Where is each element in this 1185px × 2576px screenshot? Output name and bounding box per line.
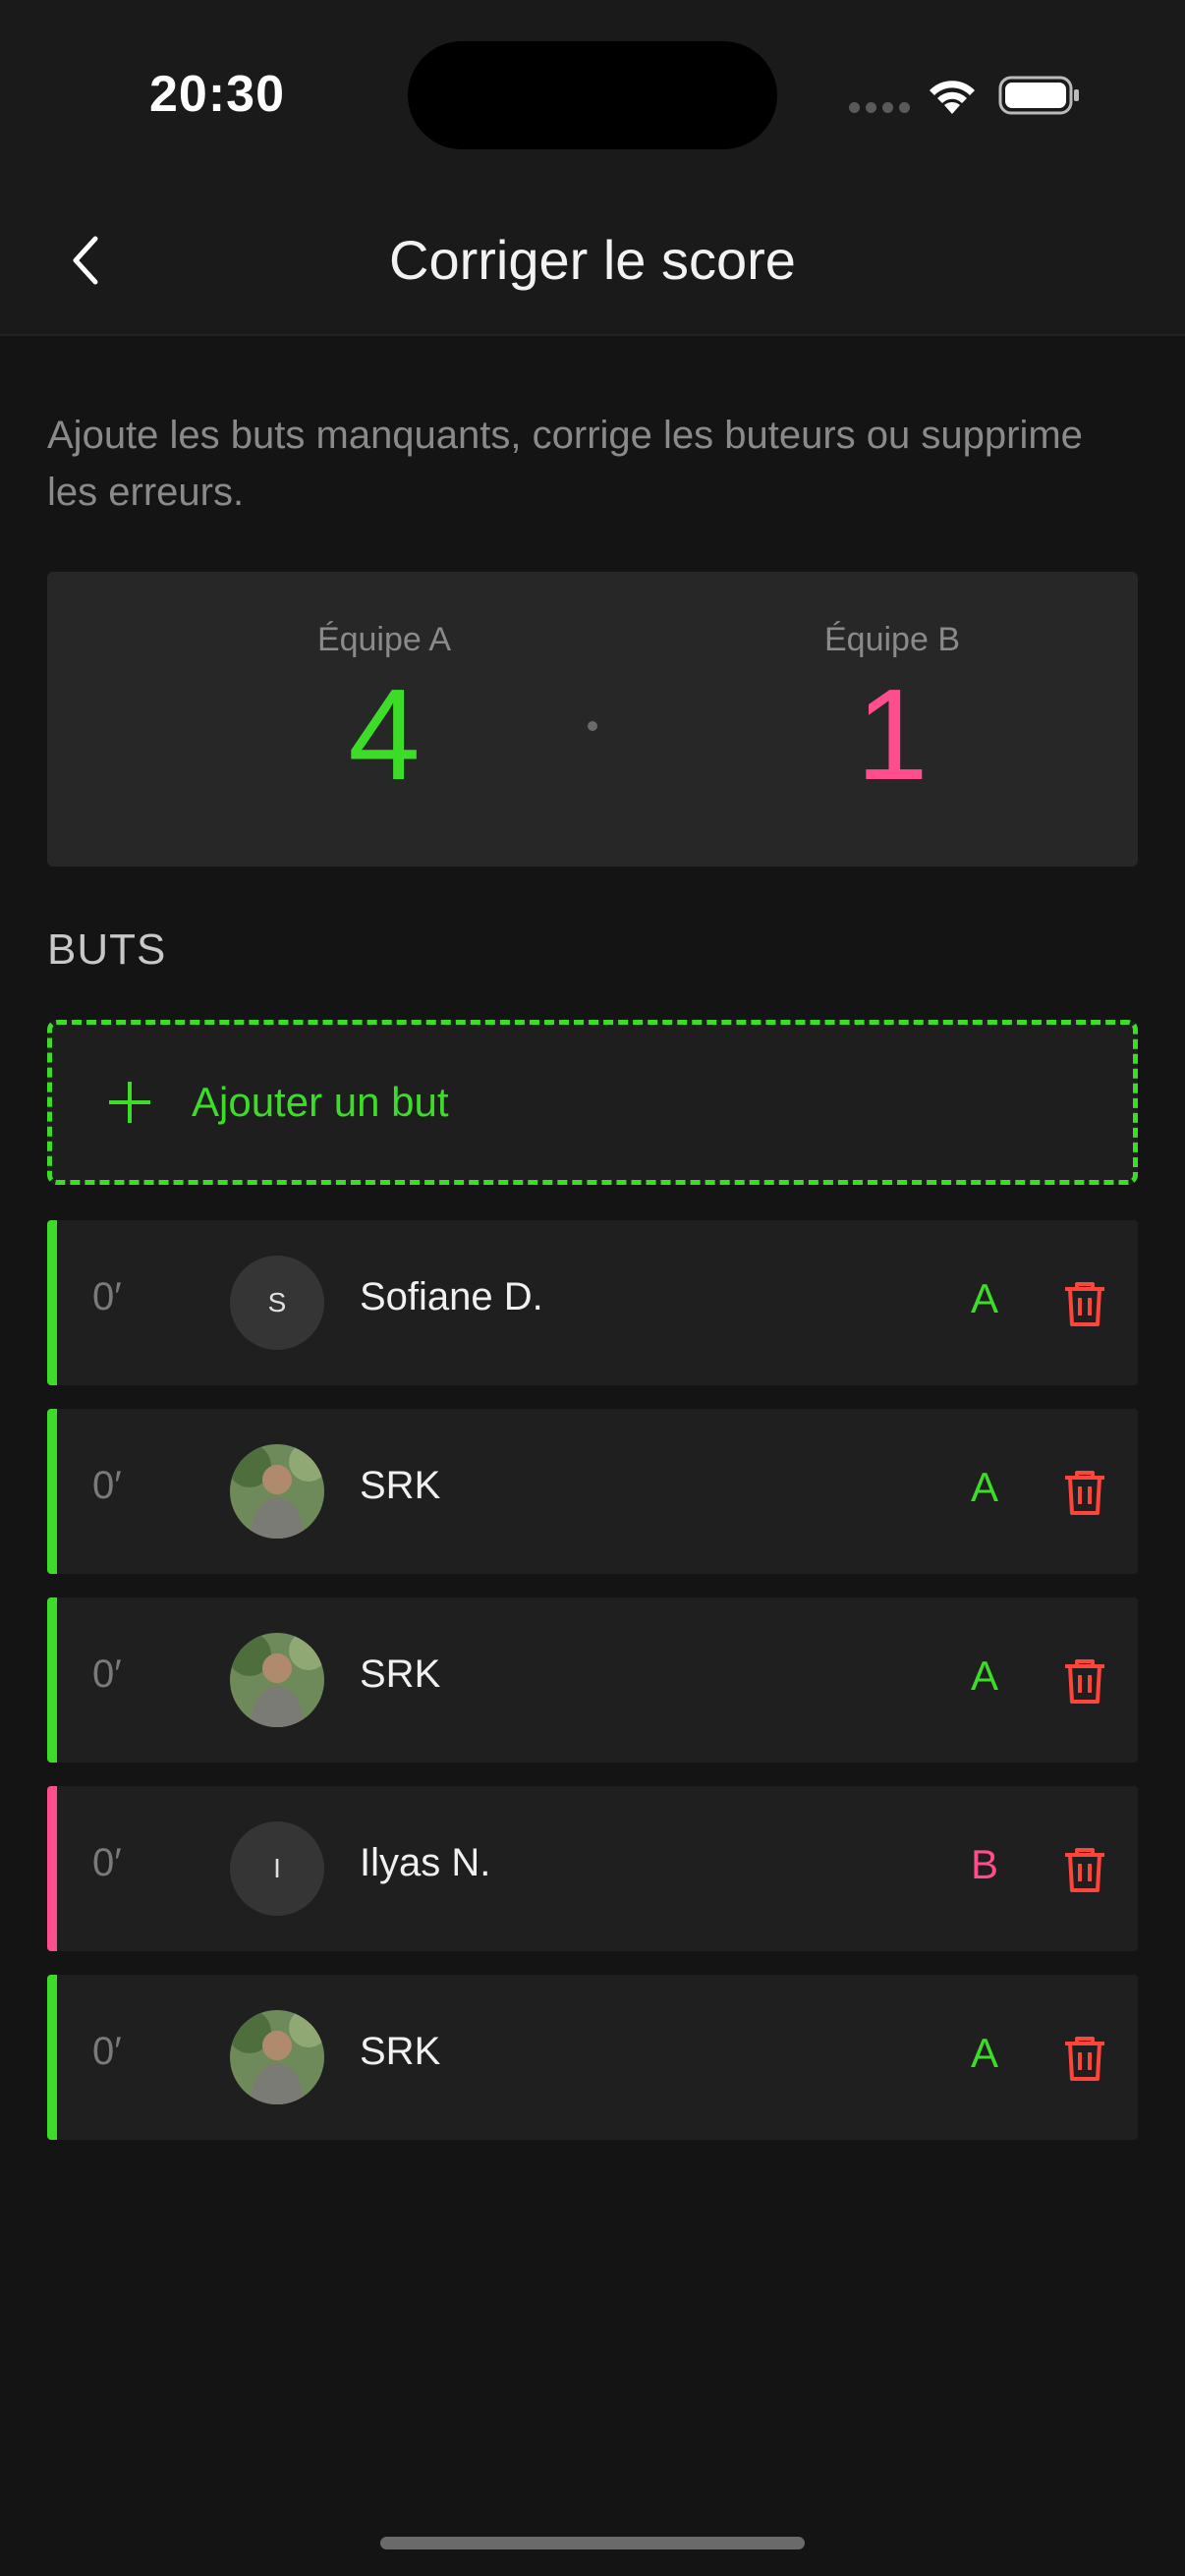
goal-row[interactable]: 0′ S Sofiane D. A — [47, 1220, 1138, 1385]
team-a-score-block: Équipe A 4 — [188, 621, 581, 809]
score-separator-dot — [588, 721, 597, 731]
trash-icon[interactable] — [1061, 1845, 1108, 1894]
avatar: S — [230, 1256, 324, 1350]
team-b-score: 1 — [856, 662, 929, 807]
trash-icon[interactable] — [1061, 1656, 1108, 1706]
goal-minute: 0′ — [92, 1464, 122, 1507]
cellular-signal-icon — [849, 102, 910, 113]
goal-team-tag[interactable]: A — [971, 1652, 998, 1700]
goal-team-tag[interactable]: A — [971, 1275, 998, 1322]
goal-row[interactable]: 0′ SRK A — [47, 1975, 1138, 2140]
dynamic-island — [408, 41, 777, 149]
goal-team-tag[interactable]: B — [971, 1841, 998, 1888]
avatar: I — [230, 1821, 324, 1916]
trash-icon[interactable] — [1061, 2034, 1108, 2083]
nav-header: Corriger le score — [0, 187, 1185, 336]
home-indicator — [380, 2537, 805, 2549]
goal-player-name: SRK — [360, 1652, 441, 1696]
goal-minute: 0′ — [92, 1652, 122, 1696]
person-photo-icon — [230, 2010, 324, 2104]
team-b-score-block: Équipe B 1 — [696, 621, 1089, 809]
plus-icon — [107, 1080, 152, 1125]
goal-team-tag[interactable]: A — [971, 2030, 998, 2077]
goal-minute: 0′ — [92, 2030, 122, 2073]
add-goal-label: Ajouter un but — [192, 1079, 449, 1125]
goal-player-name: SRK — [360, 1464, 441, 1507]
avatar-initial: I — [273, 1853, 281, 1883]
team-b-label: Équipe B — [824, 621, 960, 658]
goal-minute: 0′ — [92, 1841, 122, 1884]
person-photo-icon — [230, 1444, 324, 1539]
goal-player-name: SRK — [360, 2030, 441, 2073]
goal-list: 0′ S Sofiane D. A 0′ SRK A 0′ SRK A 0′ I… — [47, 1220, 1138, 2163]
goal-team-tag[interactable]: A — [971, 1464, 998, 1511]
goal-row[interactable]: 0′ SRK A — [47, 1597, 1138, 1763]
avatar-photo — [230, 1633, 324, 1727]
page-title: Corriger le score — [389, 229, 796, 291]
trash-icon[interactable] — [1061, 1468, 1108, 1517]
add-goal-button[interactable]: Ajouter un but — [47, 1020, 1138, 1185]
team-a-score: 4 — [348, 662, 421, 807]
battery-icon — [998, 76, 1079, 115]
goal-player-name: Ilyas N. — [360, 1841, 491, 1884]
status-bar: 20:30 — [0, 0, 1185, 187]
goal-player-name: Sofiane D. — [360, 1275, 543, 1318]
avatar-photo — [230, 2010, 324, 2104]
avatar-initial: S — [267, 1287, 287, 1317]
goal-minute: 0′ — [92, 1275, 122, 1318]
goals-section-title: BUTS — [47, 925, 167, 974]
page-description: Ajoute les buts manquants, corrige les b… — [47, 414, 1083, 514]
person-photo-icon — [230, 1633, 324, 1727]
team-a-label: Équipe A — [316, 621, 452, 658]
wifi-icon — [930, 81, 975, 114]
avatar-photo — [230, 1444, 324, 1539]
goal-row[interactable]: 0′ SRK A — [47, 1409, 1138, 1574]
status-time: 20:30 — [149, 66, 285, 123]
trash-icon[interactable] — [1061, 1279, 1108, 1328]
score-card: Équipe A 4 Équipe B 1 — [47, 572, 1138, 867]
goal-row[interactable]: 0′ I Ilyas N. B — [47, 1786, 1138, 1951]
